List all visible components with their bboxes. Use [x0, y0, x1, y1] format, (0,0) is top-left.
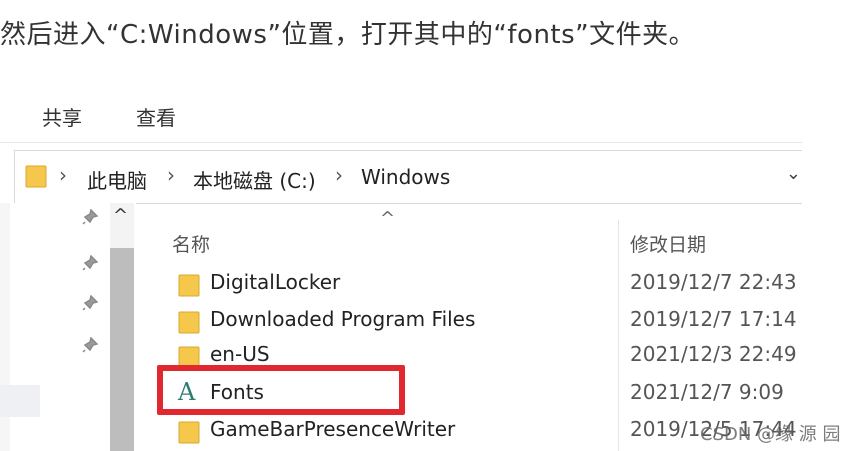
file-name: GameBarPresenceWriter [210, 417, 456, 441]
sort-ascending-icon: ^ [380, 208, 396, 229]
file-date: 2019/12/7 17:14 [630, 307, 797, 331]
breadcrumb-separator-icon: › [59, 163, 67, 187]
folder-icon [178, 310, 200, 338]
ribbon-divider [0, 142, 802, 143]
cropped-edge-blur [0, 385, 40, 417]
ribbon-tabs: 共享 查看 [0, 80, 802, 142]
scroll-up-icon[interactable]: ^ [113, 205, 128, 226]
breadcrumb-separator-icon: › [335, 163, 343, 187]
pin-icon [82, 336, 99, 357]
watermark: CSDN @缘 源 园 [700, 424, 841, 445]
pin-icon [82, 254, 99, 275]
file-date: 2021/12/7 9:09 [630, 380, 784, 404]
tab-view[interactable]: 查看 [136, 102, 176, 131]
pin-icon [82, 294, 99, 315]
file-name: DigitalLocker [210, 270, 341, 294]
address-dropdown-icon[interactable]: ⌄ [786, 163, 801, 184]
address-bar[interactable]: › 此电脑 › 本地磁盘 (C:) › Windows ⌄ [14, 150, 802, 204]
file-name: Downloaded Program Files [210, 307, 476, 331]
folder-icon [178, 420, 200, 448]
pin-icon [82, 208, 99, 229]
breadcrumb-local-disk[interactable]: 本地磁盘 (C:) [193, 165, 316, 194]
fonts-highlight-box [157, 365, 405, 415]
file-date: 2019/12/7 22:43 [630, 270, 797, 294]
file-row-downloaded-program-files[interactable]: Downloaded Program Files 2019/12/7 17:14 [168, 303, 802, 339]
nav-scrollbar-thumb[interactable] [110, 248, 134, 451]
file-date: 2021/12/3 22:49 [630, 342, 797, 366]
column-header-date-modified[interactable]: 修改日期 [630, 230, 706, 257]
folder-icon [25, 164, 47, 192]
tab-share[interactable]: 共享 [42, 102, 82, 131]
column-header-name[interactable]: 名称 [172, 230, 210, 257]
breadcrumb-windows[interactable]: Windows [361, 165, 450, 189]
instruction-caption: 然后进入“C:Windows”位置，打开其中的“fonts”文件夹。 [0, 20, 696, 50]
folder-icon [178, 273, 200, 301]
breadcrumb-this-pc[interactable]: 此电脑 [87, 165, 147, 194]
breadcrumb-separator-icon: › [167, 163, 175, 187]
file-name: en-US [210, 342, 270, 366]
file-row-digitallocker[interactable]: DigitalLocker 2019/12/7 22:43 [168, 266, 802, 302]
